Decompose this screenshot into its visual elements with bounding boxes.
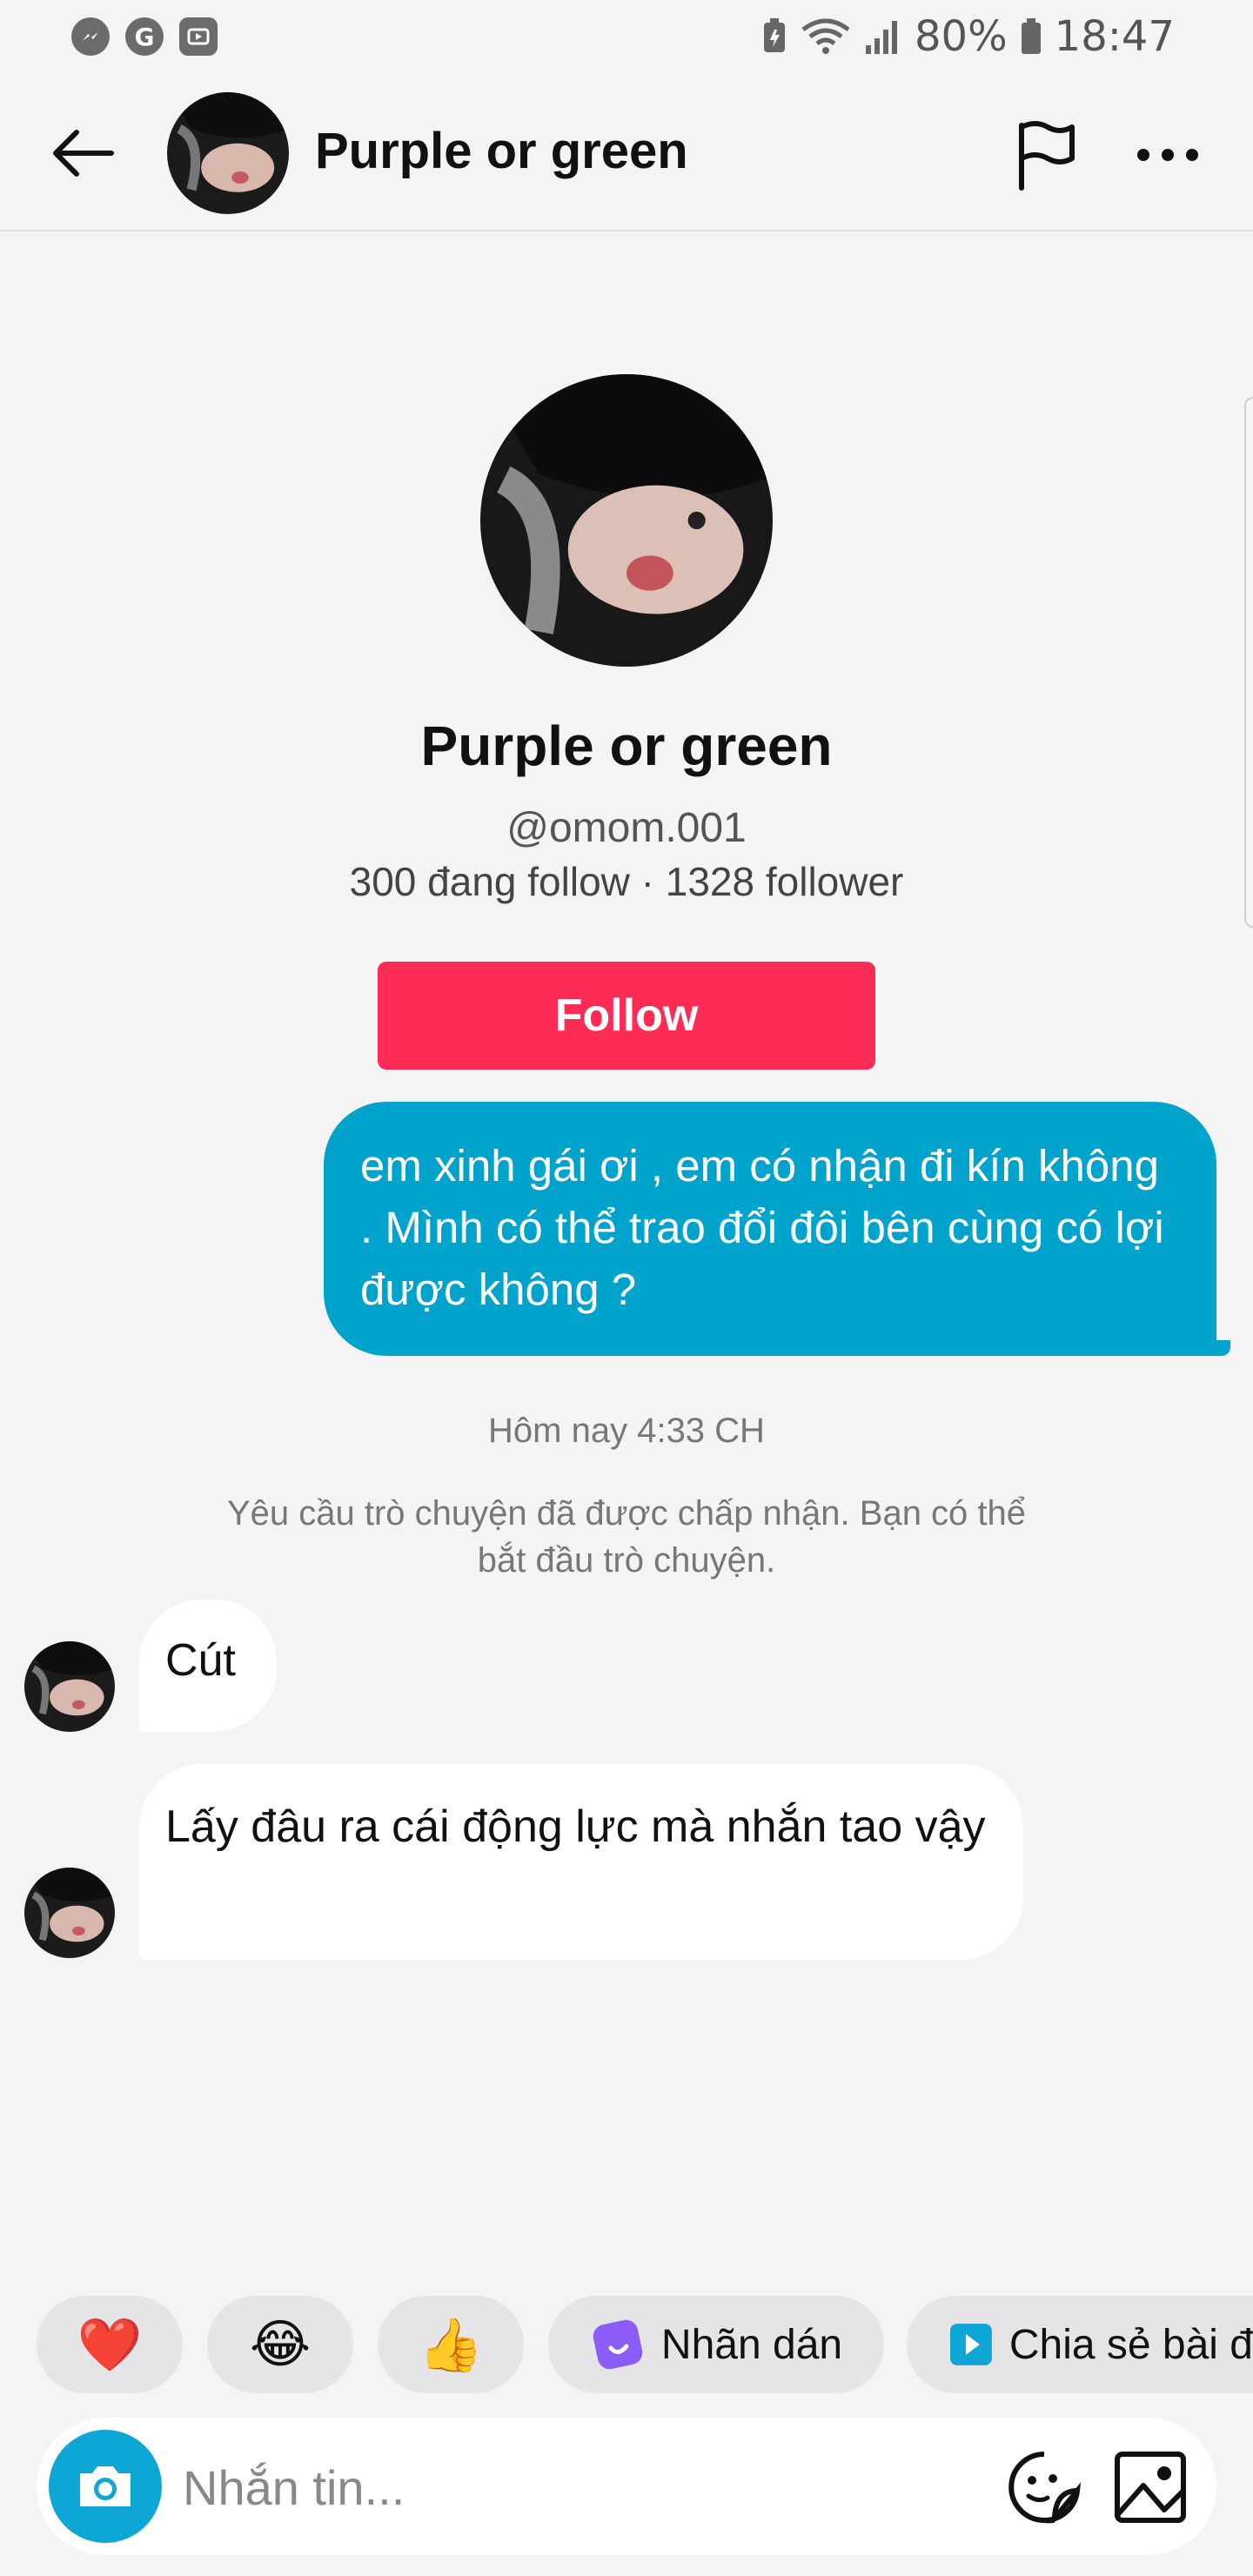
status-bar-notifications: G [71,17,218,56]
sticker-chip-label: Nhãn dán [660,2321,843,2368]
share-post-chip-button[interactable]: Chia sẻ bài đ [907,2296,1253,2393]
header-title[interactable]: Purple or green [315,122,688,180]
heart-icon: ❤️ [77,2314,143,2376]
thumbs-up-icon: 👍 [418,2314,484,2376]
profile-handle: @omom.001 [506,805,747,851]
profile-avatar[interactable] [480,374,773,667]
profile-stats: 300 đang follow · 1328 follower [349,859,904,904]
status-bar: G 80% 18:47 [0,0,1253,73]
emoji-sticker-icon [1008,2452,1082,2524]
back-button[interactable] [45,117,118,190]
gallery-button[interactable] [1110,2447,1190,2527]
messenger-icon [71,17,110,56]
share-post-chip-label: Chia sẻ bài đ [1008,2321,1253,2368]
message-input[interactable] [183,2444,966,2531]
outgoing-message-tail [1211,1340,1230,1356]
laugh-emoji-icon: 😂 [249,2314,312,2375]
more-icon [1137,149,1198,161]
image-icon [1115,2452,1186,2523]
share-video-icon [949,2324,992,2365]
message-timestamp: Hôm nay 4:33 CH [488,1412,765,1450]
sticker-chip-button[interactable]: Nhãn dán [548,2296,884,2393]
header-avatar[interactable] [167,92,289,214]
incoming-message[interactable]: Lấy đâu ra cái động lực mà nhắn tao vậy [139,1764,1023,1960]
quick-laugh-button[interactable]: 😂 [207,2296,353,2393]
follow-button[interactable]: Follow [378,962,875,1070]
flag-icon [1019,121,1075,191]
system-message: Yêu cầu trò chuyện đã được chấp nhận. Bạ… [226,1494,1027,1580]
profile-name: Purple or green [420,714,833,777]
battery-saver-icon [763,18,785,52]
message-composer [37,2418,1216,2555]
battery-percent: 80% [914,12,1008,61]
google-icon: G [125,17,164,56]
status-bar-system: 80% 18:47 [761,12,1175,61]
screen-recorder-icon [179,17,218,56]
battery-icon [1021,18,1041,54]
emoji-sticker-button[interactable] [1004,2447,1084,2527]
chat-header: Purple or green [0,73,1253,231]
outgoing-message[interactable]: em xinh gái ơi , em có nhận đi kín không… [324,1102,1216,1356]
back-arrow-icon [53,130,114,177]
clock: 18:47 [1054,12,1175,61]
report-button[interactable] [1009,118,1082,191]
camera-icon [80,2466,131,2506]
more-button[interactable] [1131,118,1204,191]
quick-heart-button[interactable]: ❤️ [37,2296,183,2393]
sender-avatar[interactable] [24,1868,115,1958]
camera-button[interactable] [49,2430,162,2543]
sender-avatar[interactable] [24,1641,115,1732]
quick-thumbs-up-button[interactable]: 👍 [378,2296,524,2393]
sticker-icon [593,2319,643,2370]
wifi-icon [801,18,850,54]
quick-reply-bar: ❤️ 😂 👍 Nhãn dán Chia sẻ bài đ [0,2296,1253,2395]
incoming-message[interactable]: Cút [139,1600,277,1732]
signal-icon [865,21,897,54]
